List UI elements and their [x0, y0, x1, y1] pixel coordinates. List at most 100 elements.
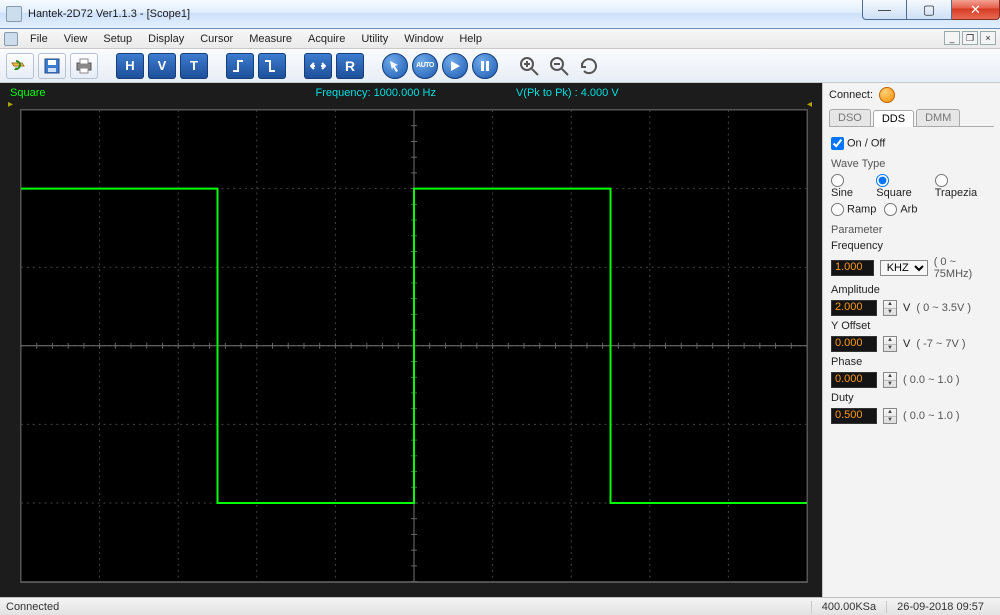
- tab-dmm[interactable]: DMM: [916, 109, 960, 126]
- radio-sine-label[interactable]: Sine: [831, 174, 868, 199]
- menu-setup[interactable]: Setup: [95, 31, 140, 47]
- menu-window[interactable]: Window: [396, 31, 451, 47]
- refresh-button[interactable]: [576, 53, 602, 79]
- radio-sine[interactable]: [831, 174, 844, 187]
- onoff-checkbox[interactable]: [831, 137, 844, 150]
- mdi-minimize-button[interactable]: _: [944, 31, 960, 45]
- close-button[interactable]: ✕: [952, 0, 1000, 20]
- amplitude-spinner[interactable]: ▲▼: [883, 300, 897, 316]
- phase-label: Phase: [831, 356, 992, 368]
- app-icon-small: [4, 32, 18, 46]
- ruler-marker-right: ◂: [807, 99, 812, 110]
- horizontal-button[interactable]: H: [116, 53, 144, 79]
- print-icon: [75, 58, 93, 74]
- print-button[interactable]: [70, 53, 98, 79]
- refresh-icon: [578, 55, 600, 77]
- radio-trapezia-label[interactable]: Trapezia: [935, 174, 992, 199]
- side-panel: Connect: DSO DDS DMM On / Off Wave Type …: [822, 83, 1000, 597]
- open-button[interactable]: [6, 53, 34, 79]
- mdi-controls: _ ❐ ×: [944, 31, 996, 45]
- app-icon: [6, 6, 22, 22]
- zoom-out-button[interactable]: [546, 53, 572, 79]
- tab-dso[interactable]: DSO: [829, 109, 871, 126]
- maximize-button[interactable]: ▢: [907, 0, 952, 20]
- duty-spinner[interactable]: ▲▼: [883, 408, 897, 424]
- cursor-tool-button[interactable]: [382, 53, 408, 79]
- connect-label: Connect:: [829, 89, 873, 101]
- auto-button[interactable]: AUTO: [412, 53, 438, 79]
- mdi-restore-button[interactable]: ❐: [962, 31, 978, 45]
- zoom-in-button[interactable]: [516, 53, 542, 79]
- reset-button[interactable]: R: [336, 53, 364, 79]
- radio-trapezia[interactable]: [935, 174, 948, 187]
- menu-view[interactable]: View: [56, 31, 96, 47]
- status-sample-rate: 400.00KSa: [811, 601, 886, 613]
- frequency-label: Frequency: [831, 240, 992, 252]
- save-icon: [44, 58, 60, 74]
- fit-button[interactable]: [304, 53, 332, 79]
- toolbar: H V T R AUTO: [0, 49, 1000, 83]
- wave-shape-label: Square: [10, 87, 45, 99]
- amplitude-input[interactable]: 2.000: [831, 300, 877, 316]
- falling-edge-button[interactable]: [258, 53, 286, 79]
- menu-file[interactable]: File: [22, 31, 56, 47]
- frequency-readout: Frequency: 1000.000 Hz: [315, 87, 435, 99]
- run-button[interactable]: [442, 53, 468, 79]
- open-icon: [11, 58, 29, 74]
- frequency-unit-select[interactable]: KHZ: [880, 260, 928, 276]
- onoff-checkbox-label[interactable]: On / Off: [831, 137, 992, 150]
- fit-icon: [310, 59, 326, 73]
- scope-panel: Square Frequency: 1000.000 Hz V(Pk to Pk…: [0, 83, 822, 597]
- scope-waveform: [21, 110, 807, 582]
- radio-square-label[interactable]: Square: [876, 174, 926, 199]
- frequency-hint: ( 0 ~ 75MHz): [934, 256, 992, 280]
- menu-utility[interactable]: Utility: [353, 31, 396, 47]
- save-button[interactable]: [38, 53, 66, 79]
- yoffset-label: Y Offset: [831, 320, 992, 332]
- radio-arb[interactable]: [884, 203, 897, 216]
- yoffset-input[interactable]: 0.000: [831, 336, 877, 352]
- wave-type-label: Wave Type: [831, 158, 992, 170]
- tab-dds[interactable]: DDS: [873, 110, 914, 127]
- radio-ramp[interactable]: [831, 203, 844, 216]
- radio-square[interactable]: [876, 174, 889, 187]
- status-bar: Connected 400.00KSa 26-09-2018 09:57: [0, 597, 1000, 615]
- vertical-button[interactable]: V: [148, 53, 176, 79]
- phase-input[interactable]: 0.000: [831, 372, 877, 388]
- minimize-button[interactable]: —: [862, 0, 907, 20]
- menu-help[interactable]: Help: [451, 31, 490, 47]
- window-controls: — ▢ ✕: [862, 0, 1000, 20]
- rising-edge-icon: [232, 59, 248, 73]
- menu-bar: File View Setup Display Cursor Measure A…: [0, 29, 1000, 49]
- menu-measure[interactable]: Measure: [241, 31, 300, 47]
- duty-input[interactable]: 0.500: [831, 408, 877, 424]
- menu-acquire[interactable]: Acquire: [300, 31, 353, 47]
- pause-icon: [479, 60, 491, 72]
- radio-ramp-label[interactable]: Ramp: [831, 203, 876, 216]
- vpp-readout: V(Pk to Pk) : 4.000 V: [516, 87, 619, 99]
- frequency-input[interactable]: 1.000: [831, 260, 874, 276]
- cursor-icon: [388, 59, 402, 73]
- zoom-out-icon: [548, 55, 570, 77]
- amplitude-hint: ( 0 ~ 3.5V ): [916, 302, 971, 314]
- onoff-text: On / Off: [847, 137, 885, 149]
- radio-arb-label[interactable]: Arb: [884, 203, 917, 216]
- dds-panel: On / Off Wave Type Sine Square Trapezia …: [829, 129, 994, 432]
- scope-canvas[interactable]: [20, 109, 808, 583]
- falling-edge-icon: [264, 59, 280, 73]
- parameter-label: Parameter: [831, 224, 992, 236]
- yoffset-spinner[interactable]: ▲▼: [883, 336, 897, 352]
- trigger-button[interactable]: T: [180, 53, 208, 79]
- phase-hint: ( 0.0 ~ 1.0 ): [903, 374, 960, 386]
- phase-spinner[interactable]: ▲▼: [883, 372, 897, 388]
- ruler-marker-left: ▸: [8, 99, 13, 110]
- menu-display[interactable]: Display: [140, 31, 192, 47]
- menu-cursor[interactable]: Cursor: [192, 31, 241, 47]
- pause-button[interactable]: [472, 53, 498, 79]
- mdi-close-button[interactable]: ×: [980, 31, 996, 45]
- zoom-in-icon: [518, 55, 540, 77]
- rising-edge-button[interactable]: [226, 53, 254, 79]
- window-title: Hantek-2D72 Ver1.1.3 - [Scope1]: [28, 8, 190, 20]
- amplitude-unit: V: [903, 302, 910, 314]
- play-icon: [449, 60, 461, 72]
